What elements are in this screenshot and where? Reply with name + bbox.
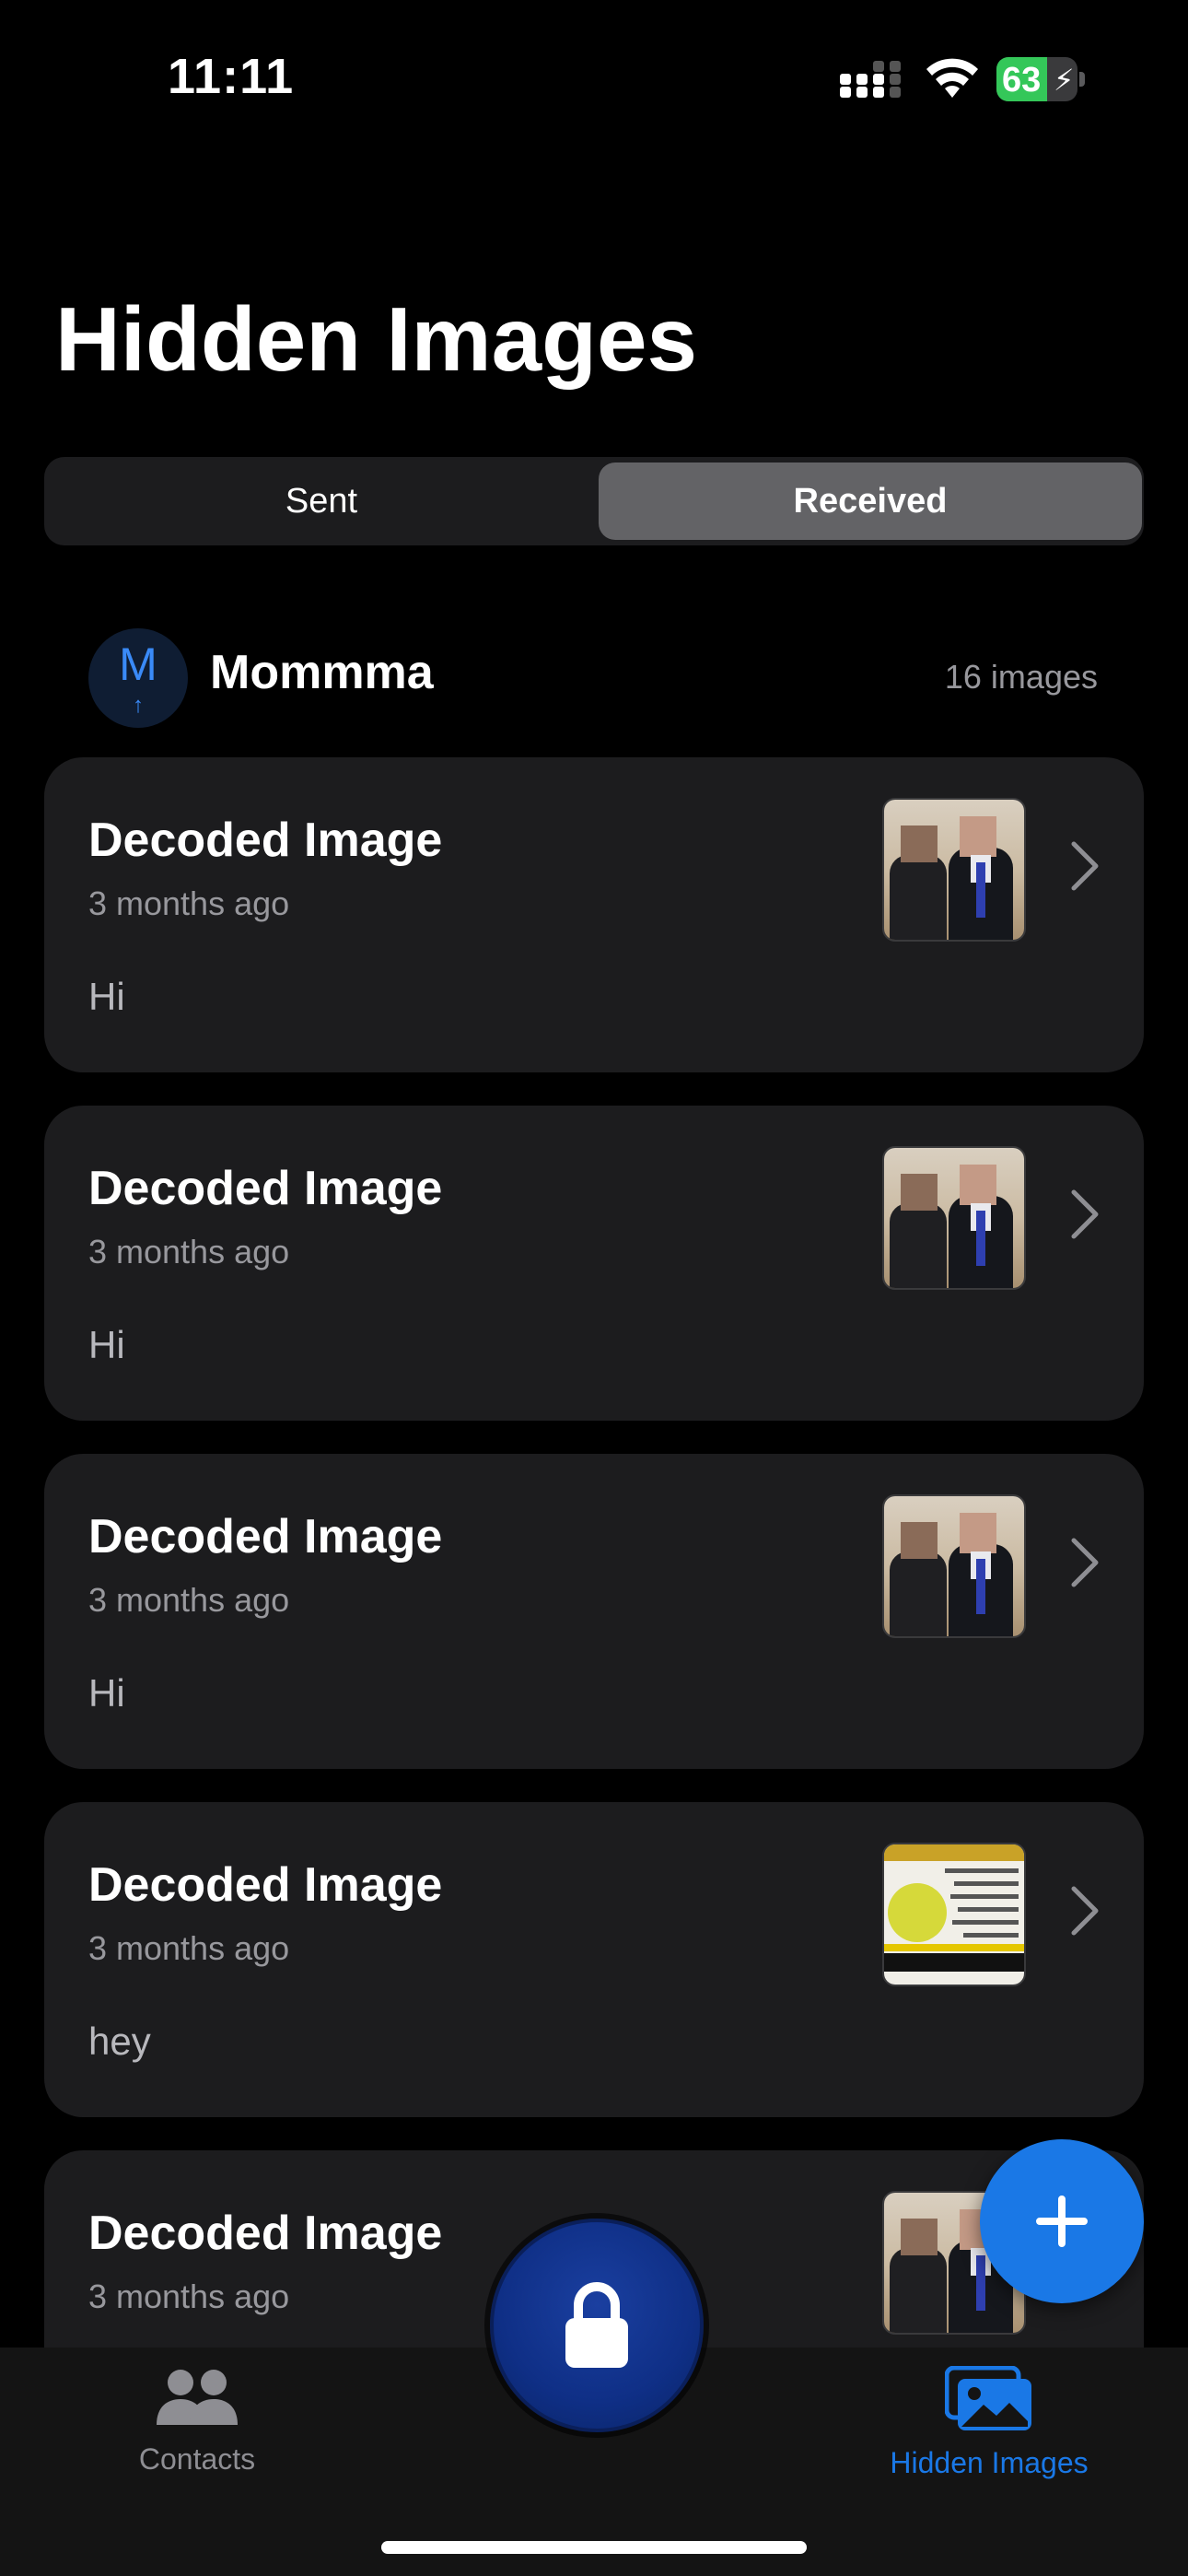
sent-received-segmented-control: Sent Received — [44, 457, 1144, 545]
image-thumbnail — [882, 1146, 1026, 1290]
image-thumbnail — [882, 798, 1026, 942]
chevron-right-icon — [1071, 1886, 1099, 1936]
status-time: 11:11 — [168, 49, 295, 104]
add-button[interactable] — [980, 2139, 1144, 2303]
image-thumbnail — [882, 1843, 1026, 1986]
card-message: Hi — [88, 1323, 125, 1366]
card-message: Hi — [88, 1671, 125, 1715]
card-time: 3 months ago — [88, 1233, 290, 1270]
card-time: 3 months ago — [88, 1929, 290, 1967]
image-card[interactable]: Decoded Image 3 months ago hey — [44, 1802, 1144, 2117]
card-title: Decoded Image — [88, 2207, 443, 2260]
avatar[interactable]: M ↑ — [88, 628, 188, 728]
tab-hidden-images[interactable]: Hidden Images — [851, 2365, 1127, 2480]
chevron-right-icon — [1071, 1538, 1099, 1587]
card-message: Hi — [88, 975, 125, 1018]
chevron-right-icon — [1071, 841, 1099, 891]
charging-bolt-icon: ⚡ — [1054, 64, 1075, 97]
avatar-initial: M — [119, 638, 157, 690]
tab-contacts[interactable]: Contacts — [59, 2366, 335, 2476]
cellular-signal-icon — [840, 61, 901, 98]
card-message: hey — [88, 2020, 151, 2063]
battery-percent: 63 — [1002, 61, 1042, 100]
card-title: Decoded Image — [88, 1510, 443, 1563]
card-title: Decoded Image — [88, 1162, 443, 1215]
plus-icon — [1036, 2195, 1088, 2247]
wifi-icon — [926, 58, 978, 98]
home-indicator — [381, 2541, 807, 2554]
people-icon — [157, 2370, 238, 2425]
segment-received[interactable]: Received — [599, 463, 1142, 540]
card-time: 3 months ago — [88, 884, 290, 922]
photos-icon — [944, 2365, 1031, 2430]
card-title: Decoded Image — [88, 814, 443, 867]
page-title: Hidden Images — [55, 288, 698, 390]
tab-hidden-images-label: Hidden Images — [890, 2446, 1089, 2479]
arrow-up-icon: ↑ — [133, 693, 144, 718]
battery-indicator: 63 ⚡ — [996, 57, 1085, 101]
image-card[interactable]: Decoded Image 3 months ago Hi — [44, 1454, 1144, 1769]
chevron-right-icon — [1071, 1189, 1099, 1239]
image-card[interactable]: Decoded Image 3 months ago Hi — [44, 1106, 1144, 1421]
lock-button[interactable] — [490, 2219, 704, 2432]
card-title: Decoded Image — [88, 1858, 443, 1912]
card-time: 3 months ago — [88, 1581, 290, 1619]
image-card[interactable]: Decoded Image 3 months ago Hi — [44, 757, 1144, 1072]
segment-sent[interactable]: Sent — [50, 463, 593, 540]
contact-name: Mommma — [210, 646, 434, 699]
image-thumbnail — [882, 1494, 1026, 1638]
tab-contacts-label: Contacts — [138, 2442, 256, 2476]
card-time: 3 months ago — [88, 2277, 290, 2315]
lock-icon — [565, 2282, 628, 2368]
image-count: 16 images — [944, 658, 1098, 696]
screen: 11:11 63 ⚡ Hidden Images Sent Received M… — [0, 0, 1188, 2576]
